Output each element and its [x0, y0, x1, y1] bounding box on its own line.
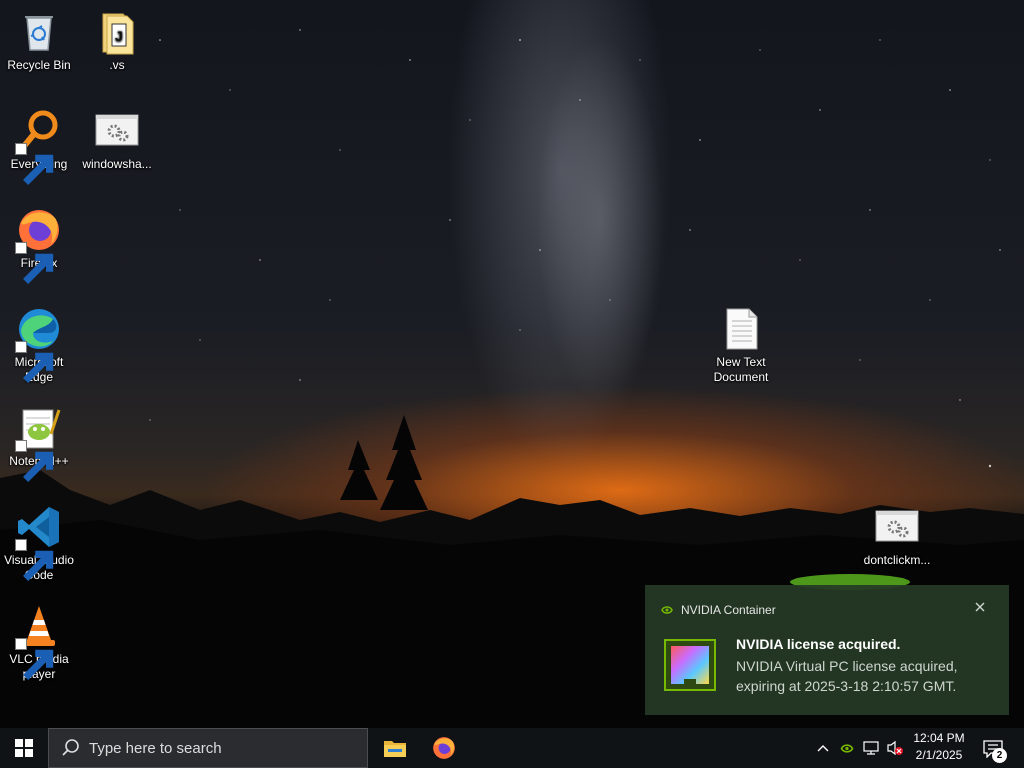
file-explorer-icon [384, 741, 406, 757]
tray-nvidia[interactable] [836, 728, 858, 768]
volume-muted-icon [887, 740, 903, 756]
notification-count-badge: 2 [992, 748, 1007, 763]
folder-icon: J [93, 8, 141, 56]
firefox-icon [433, 737, 455, 759]
nvidia-icon [661, 606, 673, 614]
svg-text:J: J [115, 28, 123, 44]
vlc-icon [15, 602, 63, 680]
notepad-plus-plus-icon [15, 404, 63, 482]
shortcut-arrow-icon [15, 242, 54, 284]
tray-network[interactable] [860, 728, 882, 768]
close-icon[interactable] [973, 600, 987, 614]
icon-label: dontclickm... [863, 553, 931, 567]
shortcut-arrow-icon [15, 638, 54, 680]
desktop-icon-edge[interactable]: Microsoft Edge [1, 305, 77, 385]
tray-overflow-button[interactable] [812, 728, 834, 768]
edge-icon [15, 305, 63, 383]
taskbar-firefox[interactable] [420, 728, 468, 768]
notification-app-name: NVIDIA Container [681, 603, 776, 617]
search-icon [62, 739, 79, 756]
desktop-icon-windowsha[interactable]: windowsha... [79, 107, 155, 172]
taskbar-search-box[interactable]: Type here to search [48, 728, 368, 768]
notification-body: NVIDIA Virtual PC license acquired, expi… [736, 658, 958, 694]
vscode-icon [15, 503, 63, 581]
everything-search-icon [15, 107, 63, 185]
text-document-icon [717, 305, 765, 353]
desktop-icon-recycle-bin[interactable]: Recycle Bin [1, 8, 77, 73]
desktop-icon-vlc[interactable]: VLC media player [1, 602, 77, 682]
tray-volume[interactable] [884, 728, 906, 768]
icon-label: .vs [109, 58, 125, 72]
shortcut-arrow-icon [15, 143, 54, 185]
notification-title: NVIDIA license acquired. [736, 636, 901, 652]
shortcut-arrow-icon [15, 440, 54, 482]
desktop-icon-notepad-plus-plus[interactable]: Notepad++ [1, 404, 77, 482]
desktop-icon-new-text-document[interactable]: New Text Document [703, 305, 779, 385]
icon-label: New Text Document [713, 355, 769, 384]
recycle-bin-icon [15, 8, 63, 56]
nvidia-icon [840, 743, 854, 753]
icon-label: Recycle Bin [7, 58, 71, 72]
chevron-up-icon [817, 745, 829, 752]
notification-toast[interactable]: NVIDIA Container NVIDIA license acquired… [645, 585, 1009, 715]
clock-date: 2/1/2025 [915, 748, 963, 762]
settings-file-icon [873, 503, 921, 551]
search-placeholder: Type here to search [89, 739, 222, 757]
taskbar-file-explorer[interactable] [371, 728, 419, 768]
gpu-chip-icon [664, 639, 716, 691]
desktop-icon-firefox[interactable]: Firefox [1, 206, 77, 284]
shortcut-arrow-icon [15, 539, 54, 581]
action-center-button[interactable]: 2 [980, 728, 1008, 768]
icon-label: windowsha... [82, 157, 152, 171]
clock-time: 12:04 PM [913, 731, 965, 745]
desktop-icon-everything[interactable]: Everything [1, 107, 77, 185]
notification-app-header: NVIDIA Container [661, 603, 776, 617]
firefox-icon [15, 206, 63, 284]
network-icon [863, 741, 879, 755]
start-button[interactable] [0, 728, 48, 768]
taskbar-clock[interactable]: 12:04 PM 2/1/2025 [905, 730, 973, 764]
desktop-icon-vs-folder[interactable]: J .vs [79, 8, 155, 73]
taskbar: Type here to search 12:04 PM 2/1/2025 2 [0, 728, 1024, 768]
windows-logo-icon [15, 739, 33, 757]
shortcut-arrow-icon [15, 341, 54, 383]
desktop-icon-dontclickm[interactable]: dontclickm... [859, 503, 935, 568]
settings-file-icon [93, 107, 141, 155]
desktop-icon-vscode[interactable]: Visual Studio Code [1, 503, 77, 583]
